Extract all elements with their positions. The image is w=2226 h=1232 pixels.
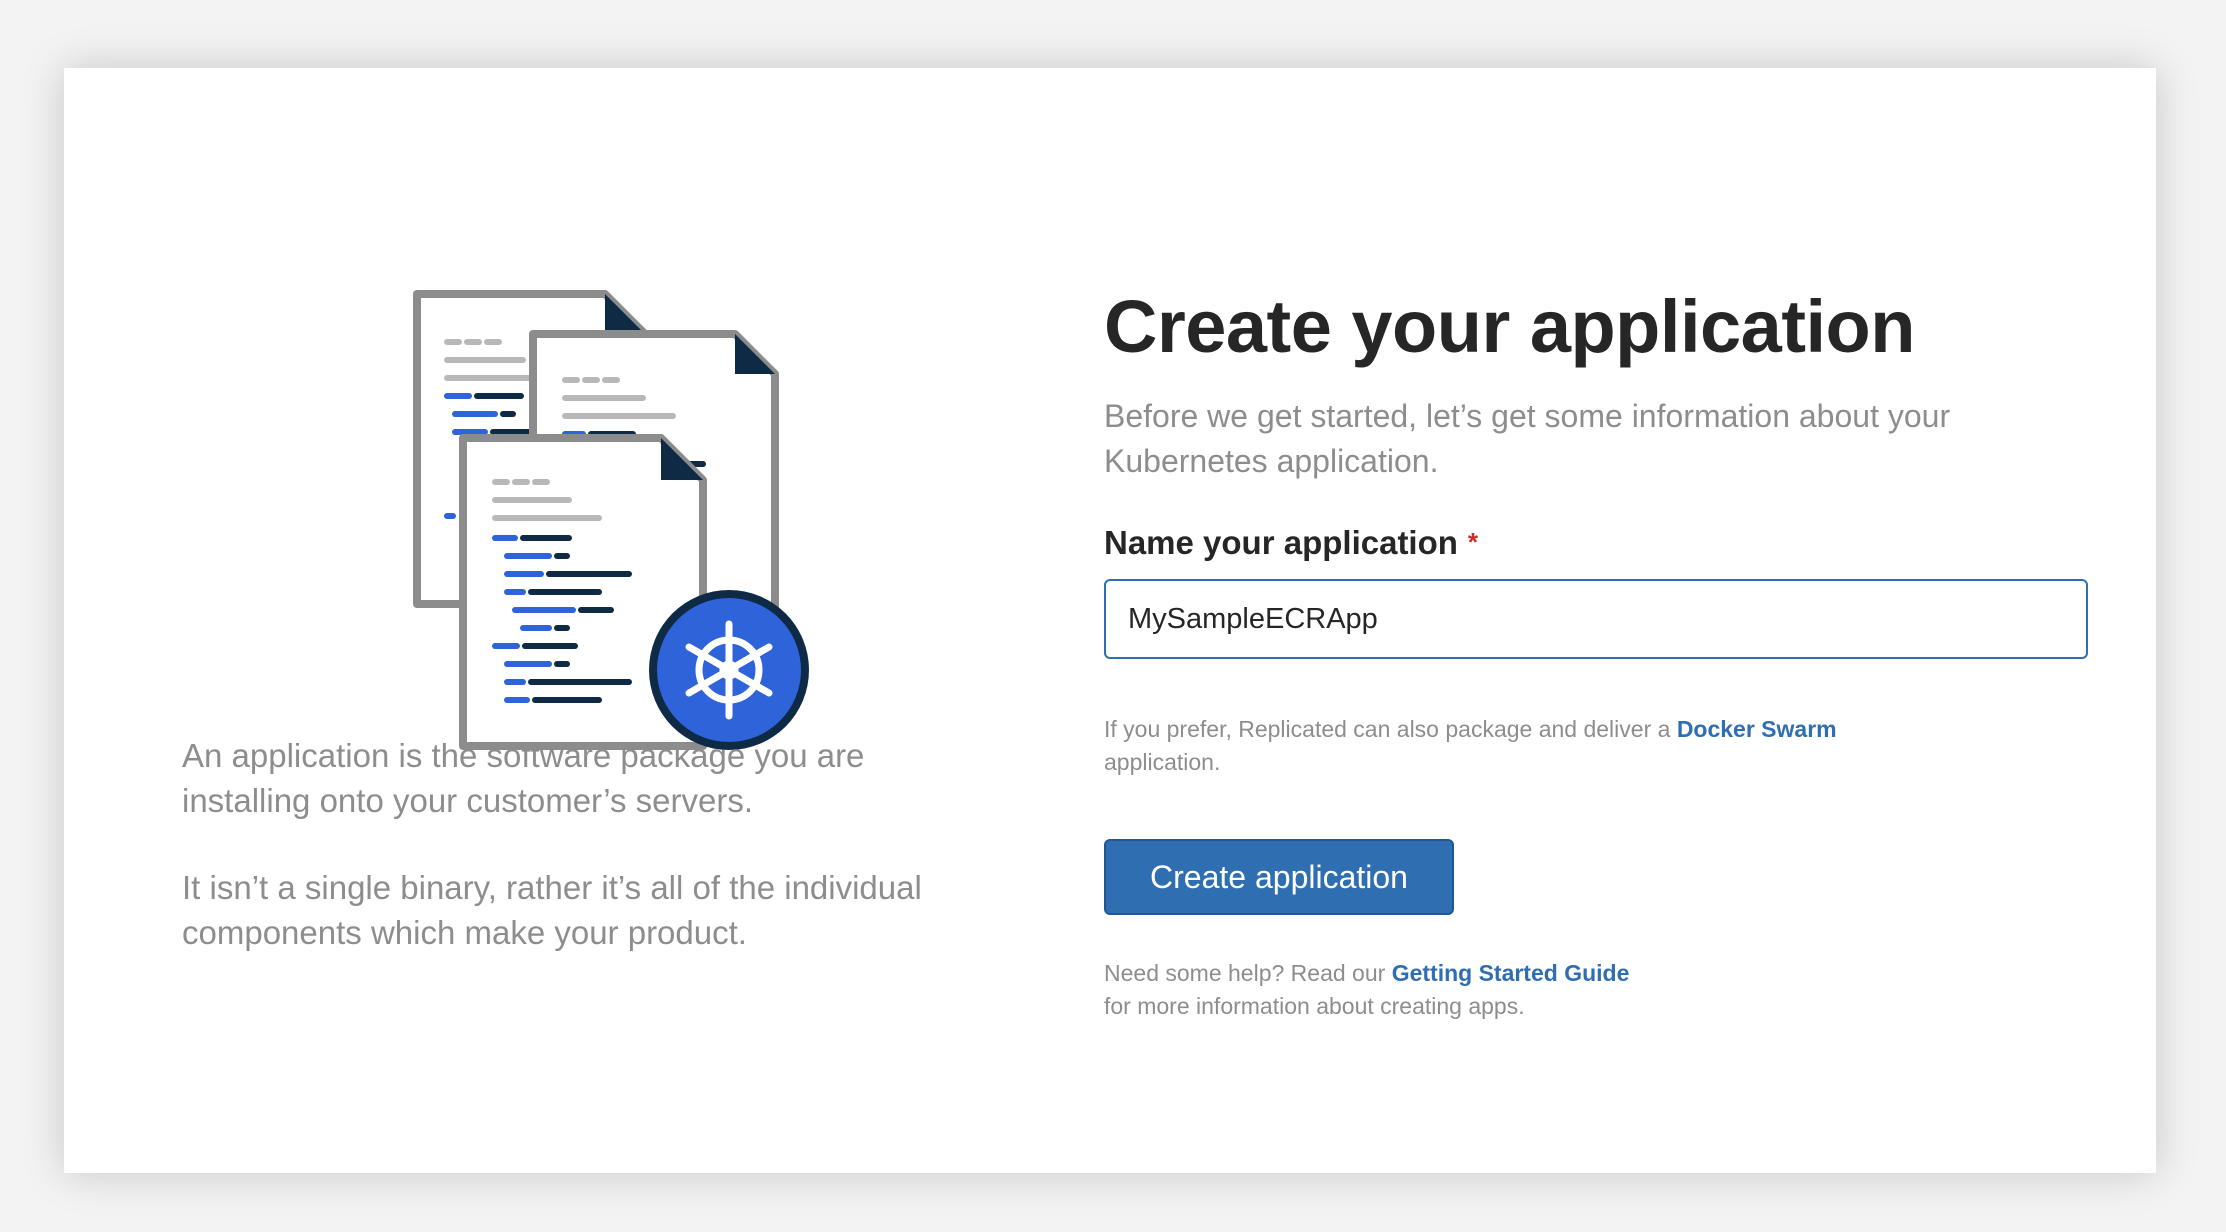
swarm-note-text: If you prefer, Replicated can also packa… — [1104, 716, 1677, 742]
description-paragraph-2: It isn’t a single binary, rather it’s al… — [182, 869, 922, 951]
getting-started-guide-link[interactable]: Getting Started Guide — [1392, 960, 1630, 986]
swarm-note: If you prefer, Replicated can also packa… — [1104, 713, 2094, 779]
create-app-card: An application is the software package y… — [64, 68, 2156, 1173]
help-text-before: Need some help? Read our — [1104, 960, 1392, 986]
required-marker: * — [1467, 527, 1479, 557]
swarm-note-text-2: application. — [1104, 749, 1221, 775]
page-subtitle: Before we get started, let’s get some in… — [1104, 398, 1951, 479]
name-field-label-text: Name your application — [1104, 524, 1458, 561]
help-text: Need some help? Read our Getting Started… — [1104, 957, 2094, 1023]
description-paragraph-1: An application is the software package y… — [182, 737, 865, 819]
kubernetes-documents-icon — [413, 290, 809, 750]
docker-swarm-link[interactable]: Docker Swarm — [1677, 716, 1837, 742]
help-text-after: for more information about creating apps… — [1104, 993, 1525, 1019]
create-application-button[interactable]: Create application — [1104, 839, 1454, 915]
page-title: Create your application — [1104, 285, 1915, 368]
name-field-label: Name your application * — [1104, 520, 2094, 565]
create-app-form: Create your application Before we get st… — [1104, 218, 2094, 1023]
application-name-input[interactable] — [1104, 579, 2088, 659]
